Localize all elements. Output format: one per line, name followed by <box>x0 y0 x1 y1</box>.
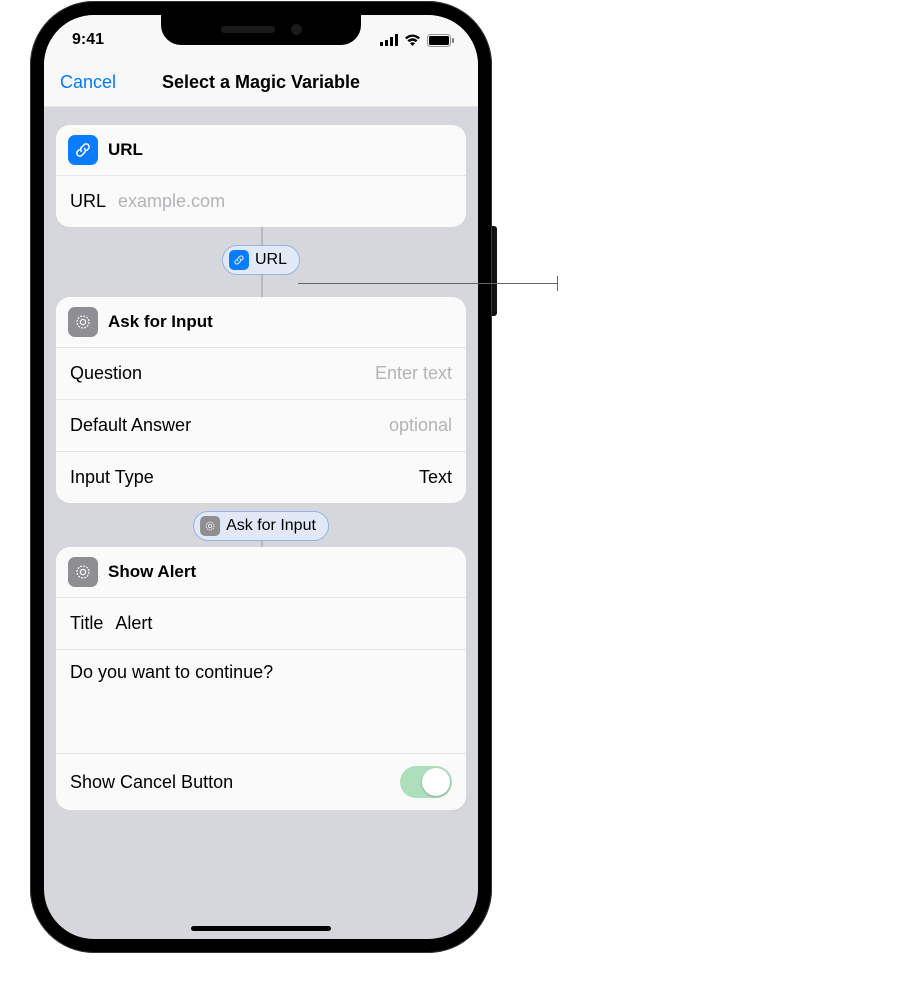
gear-icon <box>68 307 98 337</box>
input-type-value: Text <box>419 467 452 488</box>
cellular-icon <box>380 34 398 46</box>
cancel-button[interactable]: Cancel <box>44 72 116 93</box>
notch <box>161 15 361 45</box>
alert-title-row[interactable]: Title Alert <box>56 597 466 649</box>
callout-line <box>298 283 558 284</box>
url-field-label: URL <box>70 191 106 212</box>
url-field-placeholder: example.com <box>118 191 225 212</box>
ask-pill-label: Ask for Input <box>226 517 316 535</box>
show-cancel-toggle[interactable] <box>400 766 452 798</box>
ask-card-header: Ask for Input <box>56 297 466 347</box>
gap-2: Ask for Input <box>56 503 466 547</box>
link-icon <box>68 135 98 165</box>
battery-icon <box>427 34 454 47</box>
url-card-header: URL <box>56 125 466 175</box>
home-indicator[interactable] <box>191 926 331 931</box>
show-alert-card: Show Alert Title Alert Do you want to co… <box>56 547 466 810</box>
alert-title-label: Title <box>70 613 103 634</box>
show-cancel-label: Show Cancel Button <box>70 772 233 793</box>
ask-input-variable-pill[interactable]: Ask for Input <box>193 511 329 541</box>
default-answer-placeholder: optional <box>389 415 452 436</box>
ask-card-title: Ask for Input <box>108 312 213 332</box>
alert-title-value: Alert <box>115 613 152 634</box>
url-variable-pill[interactable]: URL <box>222 245 300 275</box>
gear-icon <box>200 516 220 536</box>
url-input-row[interactable]: URL example.com <box>56 175 466 227</box>
nav-bar: Cancel Select a Magic Variable <box>44 59 478 107</box>
alert-card-title: Show Alert <box>108 562 196 582</box>
input-type-row[interactable]: Input Type Text <box>56 451 466 503</box>
wifi-icon <box>404 34 421 46</box>
alert-message-text: Do you want to continue? <box>70 662 273 682</box>
alert-message-field[interactable]: Do you want to continue? <box>56 649 466 753</box>
alert-card-header: Show Alert <box>56 547 466 597</box>
iphone-frame: 9:41 Cancel Select a Magic Variable <box>30 1 492 953</box>
url-action-card: URL URL example.com <box>56 125 466 227</box>
status-time: 9:41 <box>72 25 104 49</box>
question-row[interactable]: Question Enter text <box>56 347 466 399</box>
screen: 9:41 Cancel Select a Magic Variable <box>44 15 478 939</box>
status-icons <box>380 28 454 47</box>
gear-icon <box>68 557 98 587</box>
link-icon <box>229 250 249 270</box>
ask-input-card: Ask for Input Question Enter text Defaul… <box>56 297 466 503</box>
default-answer-row[interactable]: Default Answer optional <box>56 399 466 451</box>
show-cancel-row: Show Cancel Button <box>56 753 466 810</box>
callout-tick <box>557 276 558 291</box>
default-answer-label: Default Answer <box>70 415 191 436</box>
input-type-label: Input Type <box>70 467 154 488</box>
question-label: Question <box>70 363 142 384</box>
url-pill-label: URL <box>255 251 287 269</box>
content-area: URL URL example.com URL <box>44 107 478 939</box>
question-placeholder: Enter text <box>375 363 452 384</box>
url-card-title: URL <box>108 140 143 160</box>
